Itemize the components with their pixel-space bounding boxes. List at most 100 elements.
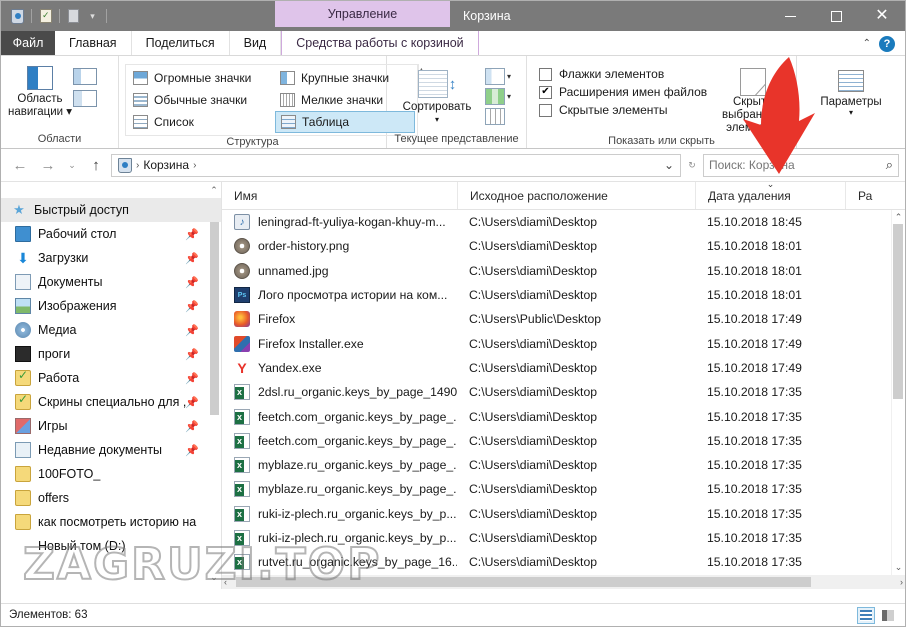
table-row[interactable]: feetch.com_organic.keys_by_page_... C:\U…: [222, 404, 891, 428]
sidebar-item-progi[interactable]: проги 📌: [1, 342, 221, 366]
search-box[interactable]: Поиск: Корзина ⌕: [703, 153, 899, 177]
column-header-date-deleted[interactable]: ⌄ Дата удаления: [695, 182, 845, 209]
layout-list[interactable]: Список: [128, 111, 273, 133]
sidebar-item-offers[interactable]: offers: [1, 486, 221, 510]
column-header-original-location[interactable]: Исходное расположение: [457, 182, 695, 209]
column-header-name[interactable]: Имя: [222, 182, 457, 209]
horizontal-scroll-thumb[interactable]: [236, 577, 811, 587]
pin-icon[interactable]: 📌: [185, 420, 199, 433]
add-columns-button[interactable]: ▾: [485, 68, 511, 85]
options-button[interactable]: Параметры ▾: [812, 66, 890, 117]
details-pane-icon[interactable]: [73, 90, 97, 107]
pin-icon[interactable]: 📌: [185, 348, 199, 361]
chevron-up-icon[interactable]: ⌃: [863, 38, 871, 49]
tab-share[interactable]: Поделиться: [132, 31, 230, 55]
pin-icon[interactable]: 📌: [185, 372, 199, 385]
sidebar-item-rabota[interactable]: Работа 📌: [1, 366, 221, 390]
table-row[interactable]: rutvet.ru_organic.keys_by_page_16... C:\…: [222, 550, 891, 574]
sidebar-item-recent-documents[interactable]: Недавние документы 📌: [1, 438, 221, 462]
sidebar-item-100foto[interactable]: 100FOTO_: [1, 462, 221, 486]
size-all-columns-button[interactable]: [485, 108, 511, 125]
address-history-caret[interactable]: ⌄: [664, 158, 674, 172]
layout-extra-large-icons[interactable]: Огромные значки: [128, 67, 273, 89]
qat-customize-caret[interactable]: ▾: [84, 8, 101, 25]
new-folder-icon[interactable]: [65, 8, 82, 25]
sidebar-item-quick-access[interactable]: ★ Быстрый доступ: [1, 198, 221, 222]
forward-button[interactable]: →: [35, 153, 61, 177]
tab-recycle-bin-tools[interactable]: Средства работы с корзиной: [281, 31, 479, 55]
sidebar-item-desktop[interactable]: Рабочий стол 📌: [1, 222, 221, 246]
sidebar-item-documents[interactable]: Документы 📌: [1, 270, 221, 294]
recycle-bin-icon[interactable]: [9, 8, 26, 25]
pin-icon[interactable]: 📌: [185, 276, 199, 289]
breadcrumb-bar[interactable]: › Корзина › ⌄: [111, 153, 681, 177]
up-button[interactable]: ↑: [83, 153, 109, 177]
table-row[interactable]: Y Yandex.exe C:\Users\diami\Desktop 15.10…: [222, 356, 891, 380]
table-row[interactable]: leningrad-ft-yuliya-kogan-khuy-m... C:\U…: [222, 210, 891, 234]
table-row[interactable]: Firefox Installer.exe C:\Users\diami\Des…: [222, 331, 891, 355]
table-row[interactable]: myblaze.ru_organic.keys_by_page_... C:\U…: [222, 453, 891, 477]
hide-selected-items-button[interactable]: Скрыть выбранные элементы: [715, 64, 790, 135]
pin-icon[interactable]: 📌: [185, 228, 199, 241]
minimize-button[interactable]: [767, 1, 813, 31]
navigation-pane-button[interactable]: Область навигации ▾: [7, 62, 73, 119]
table-row[interactable]: feetch.com_organic.keys_by_page_... C:\U…: [222, 429, 891, 453]
contextual-tab-header[interactable]: Управление: [275, 1, 450, 27]
scroll-right-icon[interactable]: ›: [900, 577, 903, 587]
table-row[interactable]: ruki-iz-plech.ru_organic.keys_by_p... C:…: [222, 526, 891, 550]
layout-label: Крупные значки: [301, 71, 390, 85]
scroll-down-icon[interactable]: ⌄: [895, 562, 903, 573]
scroll-up-icon[interactable]: ⌃: [895, 212, 903, 223]
table-row[interactable]: Ps Лого просмотра истории на ком... C:\Us…: [222, 283, 891, 307]
details-view-button[interactable]: [857, 606, 875, 624]
checkbox-item-checkboxes[interactable]: Флажки элементов: [539, 67, 707, 81]
sort-by-button[interactable]: ↕ Сортировать ▾: [393, 66, 481, 126]
breadcrumb-item-recycle-bin[interactable]: Корзина: [143, 158, 189, 172]
table-row[interactable]: 2dsl.ru_organic.keys_by_page_1490... C:\…: [222, 380, 891, 404]
pin-icon[interactable]: 📌: [185, 444, 199, 457]
sidebar-item-history-folder[interactable]: как посмотреть историю на: [1, 510, 221, 534]
sidebar-item-games[interactable]: Игры 📌: [1, 414, 221, 438]
sidebar-item-media[interactable]: Медиа 📌: [1, 318, 221, 342]
preview-pane-icon[interactable]: [73, 68, 97, 85]
tiles-view-button[interactable]: [879, 607, 897, 624]
group-by-icon: [485, 88, 505, 105]
layout-medium-icons[interactable]: Обычные значки: [128, 89, 273, 111]
column-header-size[interactable]: Ра: [845, 182, 879, 209]
sidebar-scroll-down-button[interactable]: ⌄: [207, 569, 221, 585]
sidebar-item-downloads[interactable]: ⬇ Загрузки 📌: [1, 246, 221, 270]
search-icon[interactable]: ⌕: [886, 157, 893, 173]
checkbox-hidden-items[interactable]: Скрытые элементы: [539, 103, 707, 117]
file-list-horizontal-scrollbar[interactable]: ‹ ›: [222, 575, 905, 589]
group-by-button[interactable]: ▾: [485, 88, 511, 105]
maximize-button[interactable]: [813, 1, 859, 31]
close-button[interactable]: ✕: [859, 1, 905, 31]
table-row[interactable]: unnamed.jpg C:\Users\diami\Desktop 15.10…: [222, 259, 891, 283]
properties-icon[interactable]: [37, 8, 54, 25]
checkbox-file-extensions[interactable]: ✔ Расширения имен файлов: [539, 85, 707, 99]
table-row[interactable]: Firefox C:\Users\Public\Desktop 15.10.20…: [222, 307, 891, 331]
recent-locations-button[interactable]: ⌄: [63, 153, 81, 177]
sidebar-item-screens[interactable]: Скрины специально для , 📌: [1, 390, 221, 414]
file-list-vertical-scrollbar[interactable]: ⌃ ⌄: [891, 210, 905, 575]
table-row[interactable]: order-history.png C:\Users\diami\Desktop…: [222, 234, 891, 258]
help-icon[interactable]: ?: [879, 35, 895, 52]
scroll-left-icon[interactable]: ‹: [224, 577, 227, 587]
sidebar-item-new-volume-d[interactable]: Новый том (D:): [1, 534, 221, 558]
pin-icon[interactable]: 📌: [185, 300, 199, 313]
pin-icon[interactable]: 📌: [185, 252, 199, 265]
refresh-button[interactable]: ↻: [683, 153, 701, 177]
tab-view[interactable]: Вид: [230, 31, 282, 55]
vertical-scroll-thumb[interactable]: [893, 224, 903, 399]
tab-file[interactable]: Файл: [1, 31, 55, 55]
pin-icon[interactable]: 📌: [185, 324, 199, 337]
ribbon-group-layout-title: Структура: [226, 136, 279, 148]
table-row[interactable]: ruki-iz-plech.ru_organic.keys_by_p... C:…: [222, 502, 891, 526]
sidebar-item-pictures[interactable]: Изображения 📌: [1, 294, 221, 318]
tab-home[interactable]: Главная: [55, 31, 132, 55]
sidebar-scroll-up-button[interactable]: ⌃: [207, 182, 221, 198]
breadcrumb-separator-2[interactable]: ›: [193, 160, 196, 171]
pin-icon[interactable]: 📌: [185, 396, 199, 409]
back-button[interactable]: ←: [7, 153, 33, 177]
table-row[interactable]: myblaze.ru_organic.keys_by_page_... C:\U…: [222, 477, 891, 501]
